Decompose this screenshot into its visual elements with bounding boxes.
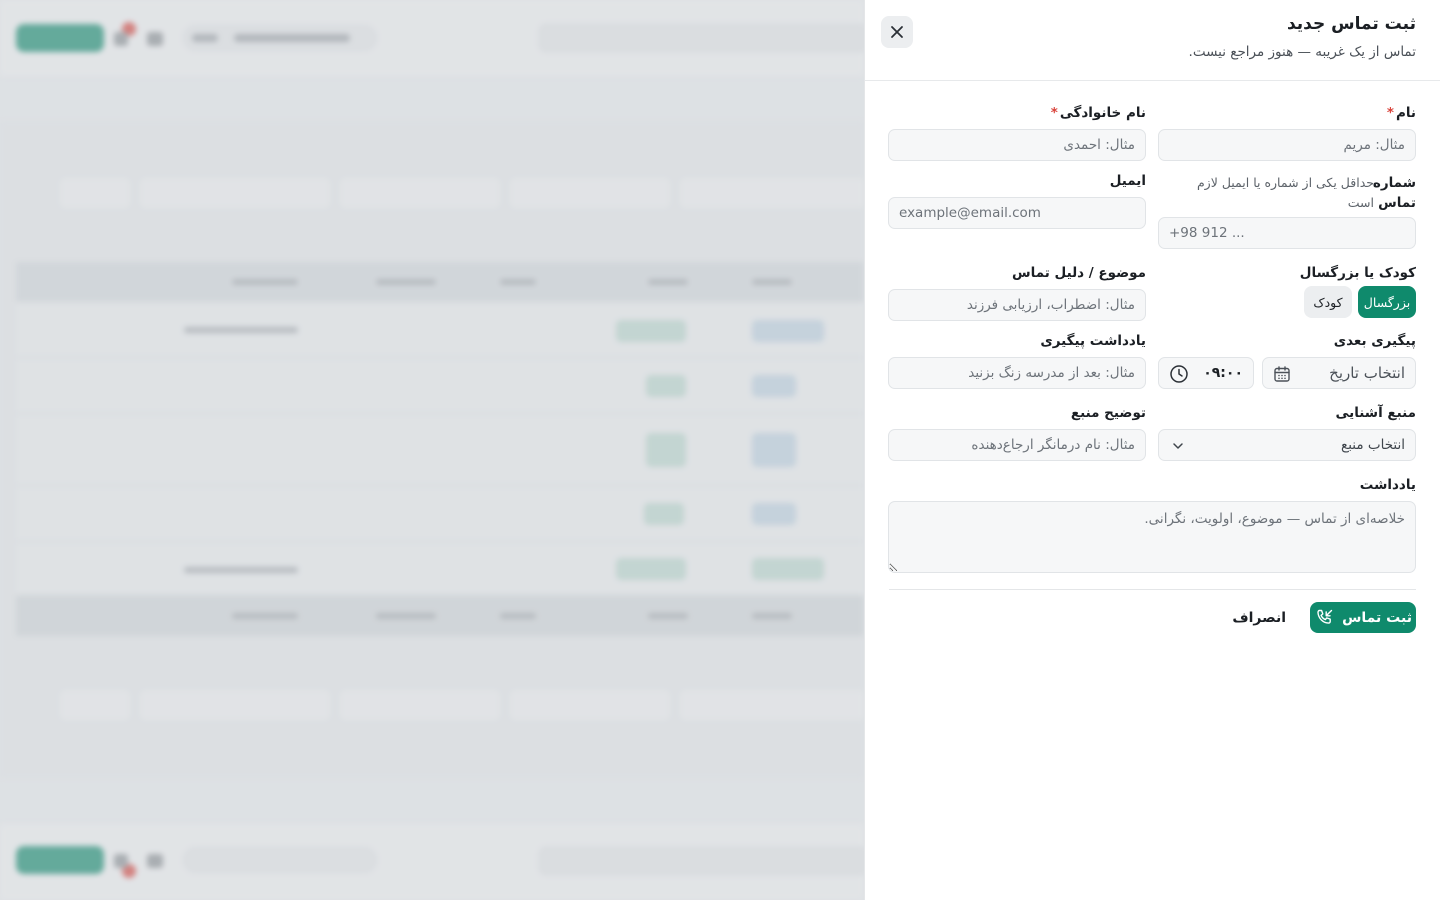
phone-label: شماره تماس [1372, 175, 1416, 211]
last-name-label-text: نام خانوادگی [1059, 105, 1146, 121]
first-name-label-text: نام [1395, 105, 1416, 121]
phone-hint: حداقل یکی از شماره یا ایمیل لازم است [1196, 175, 1374, 210]
chevron-down-icon [1173, 443, 1183, 449]
last-name-input[interactable] [888, 129, 1146, 161]
age-group-option-adult[interactable]: بزرگسال [1358, 286, 1416, 318]
email-input[interactable] [888, 197, 1146, 229]
source-detail-input[interactable] [888, 429, 1146, 461]
clock-icon [1170, 365, 1188, 383]
cancel-button[interactable]: انصراف [1226, 602, 1292, 633]
followup-note-input[interactable] [888, 357, 1146, 389]
followup-date-picker[interactable]: انتخاب تاریخ [1262, 357, 1416, 389]
phone-input[interactable] [1158, 217, 1416, 249]
modal-backdrop[interactable] [0, 0, 864, 900]
first-name-label: نام* [1387, 105, 1416, 121]
drawer-header: ثبت تماس جدید تماس از یک غریبه — هنوز مر… [865, 0, 1440, 81]
first-name-input[interactable] [1158, 129, 1416, 161]
age-group-label: کودک یا بزرگسال [1299, 265, 1416, 281]
source-detail-label: توضیح منبع [1070, 405, 1146, 421]
age-group-option-child[interactable]: کودک [1304, 286, 1352, 318]
submit-call-button[interactable]: ثبت تماس [1310, 602, 1416, 633]
followup-note-label: یادداشت پیگیری [1040, 333, 1146, 349]
email-label: ایمیل [1109, 173, 1146, 189]
last-name-label: نام خانوادگی* [1051, 105, 1146, 121]
referral-source-label: منبع آشنایی [1335, 405, 1416, 421]
new-call-drawer: ثبت تماس جدید تماس از یک غریبه — هنوز مر… [864, 0, 1440, 900]
note-textarea[interactable] [888, 501, 1416, 573]
note-label: یادداشت [1359, 477, 1416, 493]
followup-time-picker[interactable]: ۰۹:۰۰ [1158, 357, 1254, 389]
form-divider [889, 589, 1416, 590]
followup-time-value: ۰۹:۰۰ [1203, 365, 1243, 381]
required-mark: * [1050, 105, 1058, 121]
drawer-title: ثبت تماس جدید [1286, 14, 1416, 34]
referral-source-value: انتخاب منبع [1341, 437, 1405, 453]
drawer-subtitle: تماس از یک غریبه — هنوز مراجع نیست. [1188, 44, 1416, 60]
close-icon [891, 26, 903, 38]
next-followup-label: پیگیری بعدی [1333, 333, 1416, 349]
required-mark: * [1386, 105, 1394, 121]
topic-input[interactable] [888, 289, 1146, 321]
submit-call-label: ثبت تماس [1342, 609, 1412, 626]
referral-source-select[interactable]: انتخاب منبع [1158, 429, 1416, 461]
calendar-icon [1274, 366, 1290, 382]
close-button[interactable] [881, 16, 913, 48]
followup-date-placeholder: انتخاب تاریخ [1329, 364, 1405, 382]
phone-incoming-icon [1317, 609, 1333, 624]
background-app [0, 0, 864, 900]
topic-label: موضوع / دلیل تماس [1012, 265, 1146, 281]
